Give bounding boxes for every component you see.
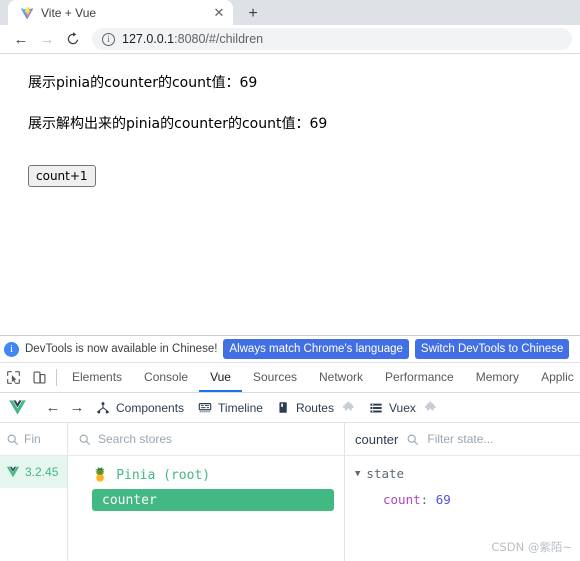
vue-forward-button[interactable]: → xyxy=(65,399,89,416)
tab-elements[interactable]: Elements xyxy=(61,363,133,392)
vue-nav-components[interactable]: Components xyxy=(89,401,191,415)
new-tab-button[interactable]: + xyxy=(239,3,267,25)
puzzle-piece-icon xyxy=(424,401,437,414)
state-group-label: state xyxy=(366,466,405,481)
tab-network[interactable]: Network xyxy=(308,363,374,392)
reload-icon xyxy=(65,31,81,47)
state-tree: ▼ state count: 69 CSDN @紫陌~ xyxy=(345,456,580,561)
stores-tree: 🍍 Pinia (root) counter xyxy=(68,456,344,561)
tab-vue[interactable]: Vue xyxy=(199,363,242,392)
inspect-element-button[interactable] xyxy=(0,363,26,392)
chevron-down-icon[interactable]: ▼ xyxy=(355,469,360,479)
device-toolbar-button[interactable] xyxy=(26,363,52,392)
browser-tab[interactable]: Vite + Vue ✕ xyxy=(8,0,233,25)
find-app-placeholder: Fin xyxy=(24,432,41,446)
devtools-language-notice: i DevTools is now available in Chinese! … xyxy=(0,336,580,363)
components-tree-icon xyxy=(96,401,110,415)
address-bar[interactable]: i 127.0.0.1:8080/#/children xyxy=(92,28,572,50)
devtools-panel: i DevTools is now available in Chinese! … xyxy=(0,335,580,561)
tab-memory[interactable]: Memory xyxy=(465,363,530,392)
state-entry-count[interactable]: count: 69 xyxy=(383,492,580,507)
close-icon[interactable]: ✕ xyxy=(211,5,227,21)
arrow-right-icon: → xyxy=(69,399,85,416)
pinia-count-line: 展示pinia的counter的count值：69 xyxy=(28,75,258,91)
app-version-row[interactable]: 3.2.45 xyxy=(0,456,67,488)
store-item-counter[interactable]: counter xyxy=(92,489,334,511)
app-version-label: 3.2.45 xyxy=(25,465,59,479)
plus-icon: + xyxy=(248,5,258,22)
state-panel-header: counter Filter state... xyxy=(345,423,580,456)
search-icon xyxy=(406,433,419,446)
match-chrome-language-button[interactable]: Always match Chrome's language xyxy=(223,338,409,360)
inspect-element-icon xyxy=(6,370,21,385)
tab-sources[interactable]: Sources xyxy=(242,363,308,392)
search-stores-placeholder: Search stores xyxy=(98,432,173,446)
vuex-list-icon xyxy=(369,401,383,415)
routes-book-icon xyxy=(277,401,290,414)
vite-logo-icon xyxy=(20,6,34,20)
versions-panel: Fin 3.2.45 xyxy=(0,423,68,561)
browser-toolbar: ← → i 127.0.0.1:8080/#/children xyxy=(0,25,580,54)
arrow-right-icon: → xyxy=(39,30,55,48)
puzzle-piece-icon xyxy=(342,401,355,414)
arrow-left-icon: ← xyxy=(45,399,61,416)
info-circle-icon[interactable]: i xyxy=(102,32,115,46)
vue-nav-label: Routes xyxy=(295,400,334,415)
address-bar-url: 127.0.0.1:8080/#/children xyxy=(122,32,263,46)
tab-console[interactable]: Console xyxy=(133,363,199,392)
search-icon xyxy=(6,433,19,446)
url-port: :8080 xyxy=(174,32,206,46)
state-entry-colon: : xyxy=(420,492,429,507)
device-toolbar-icon xyxy=(32,370,47,385)
count-increment-button[interactable]: count+1 xyxy=(28,165,96,187)
state-group-row[interactable]: ▼ state xyxy=(355,466,580,481)
info-circle-icon: i xyxy=(4,341,19,357)
find-app-search[interactable]: Fin xyxy=(0,423,67,456)
vue-nav-label: Components xyxy=(116,400,185,415)
filter-state-input[interactable]: Filter state... xyxy=(427,432,493,446)
search-icon xyxy=(78,433,91,446)
stores-panel: Search stores 🍍 Pinia (root) counter xyxy=(68,423,345,561)
notice-text: DevTools is now available in Chinese! xyxy=(25,343,218,355)
store-root-label: Pinia (root) xyxy=(116,467,211,483)
tab-application[interactable]: Applic xyxy=(530,363,580,392)
destructured-count-line: 展示解构出来的pinia的counter的count值：69 xyxy=(28,116,328,132)
reload-button[interactable] xyxy=(60,26,86,52)
vue-logo-icon xyxy=(6,465,20,479)
search-stores-field[interactable]: Search stores xyxy=(68,423,344,456)
vue-nav-label: Vuex xyxy=(388,400,416,415)
devtools-tab-bar: Elements Console Vue Sources Network Per… xyxy=(0,363,580,393)
browser-tab-title: Vite + Vue xyxy=(41,5,97,20)
state-panel: counter Filter state... ▼ state count: 6… xyxy=(345,423,580,561)
url-path: /#/children xyxy=(205,32,264,46)
url-host: 127.0.0.1 xyxy=(122,32,175,46)
pineapple-icon: 🍍 xyxy=(92,467,109,483)
toolbar-divider xyxy=(56,369,57,386)
arrow-left-icon: ← xyxy=(13,30,29,48)
vue-devtools-toolbar: ← → Components Timeline Routes Vuex xyxy=(0,393,580,423)
forward-button[interactable]: → xyxy=(34,26,60,52)
page-viewport: 展示pinia的counter的count值：69 展示解构出来的pinia的c… xyxy=(0,54,580,334)
switch-devtools-to-chinese-button[interactable]: Switch DevTools to Chinese xyxy=(414,338,570,360)
vue-nav-routes[interactable]: Routes xyxy=(270,401,362,415)
tab-performance[interactable]: Performance xyxy=(374,363,465,392)
state-panel-title: counter xyxy=(355,431,399,447)
vue-nav-timeline[interactable]: Timeline xyxy=(191,401,270,415)
vue-nav-vuex[interactable]: Vuex xyxy=(362,401,444,415)
vue-back-button[interactable]: ← xyxy=(41,399,65,416)
store-root-pinia[interactable]: 🍍 Pinia (root) xyxy=(68,464,344,486)
vue-nav-label: Timeline xyxy=(218,400,263,415)
timeline-icon xyxy=(198,401,212,415)
vue-logo-icon xyxy=(8,398,27,417)
browser-tab-strip: Vite + Vue ✕ + xyxy=(0,0,580,25)
state-entry-key: count xyxy=(383,492,421,507)
vue-devtools-body: Fin 3.2.45 Search stores 🍍 Pinia (root) … xyxy=(0,423,580,561)
back-button[interactable]: ← xyxy=(8,26,34,52)
state-entry-value: 69 xyxy=(435,492,451,507)
watermark: CSDN @紫陌~ xyxy=(491,540,572,554)
